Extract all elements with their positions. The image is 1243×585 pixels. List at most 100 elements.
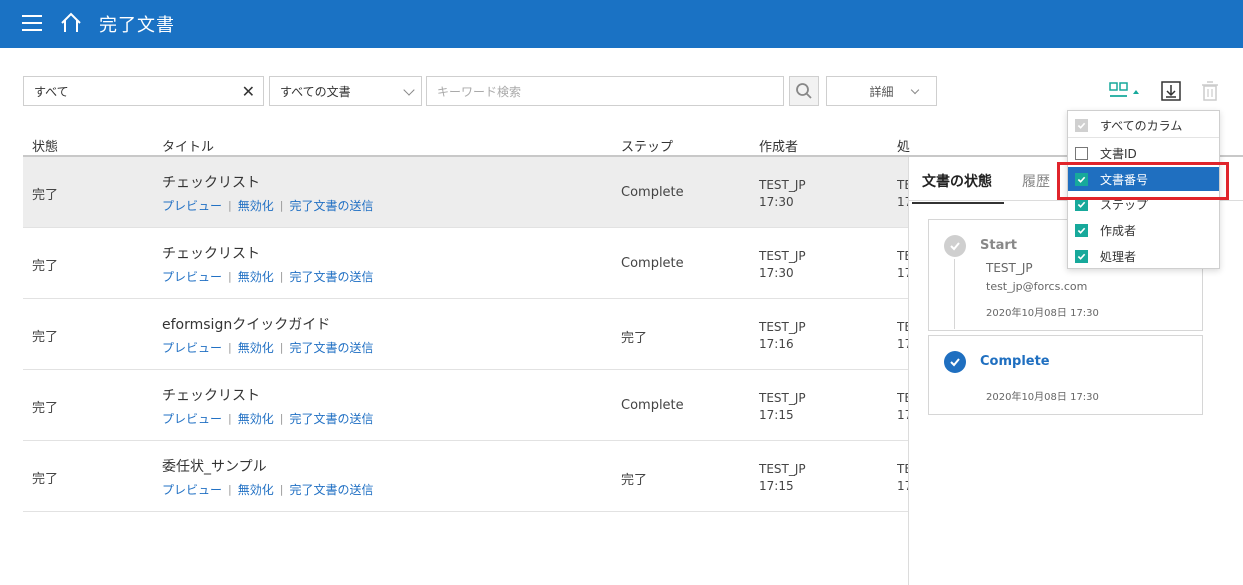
link-separator: | — [228, 412, 232, 425]
column-option[interactable]: 処理者 — [1068, 244, 1219, 268]
category-value: すべて — [34, 84, 69, 99]
search-button[interactable] — [789, 76, 819, 106]
table-header: 状態 タイトル ステップ 作成者 処 — [23, 130, 1243, 157]
row-author: TEST_JP 17:15 — [759, 390, 806, 424]
invalidate-link[interactable]: 無効化 — [238, 410, 274, 427]
chevron-down-icon — [403, 84, 415, 96]
step-card-complete: Complete 2020年10月08日 17:30 — [928, 335, 1203, 415]
table-row[interactable]: 完了 eformsignクイックガイド プレビュー | 無効化 | 完了文書の送信 完了 TES… — [23, 299, 910, 370]
send-completed-link[interactable]: 完了文書の送信 — [289, 268, 373, 285]
row-actions: プレビュー | 無効化 | 完了文書の送信 — [162, 268, 373, 285]
link-separator: | — [279, 483, 284, 496]
row-author: TEST_JP 17:15 — [759, 461, 806, 495]
check-circle-icon — [944, 351, 966, 373]
column-option[interactable]: すべてのカラム — [1068, 114, 1219, 138]
link-separator: | — [279, 412, 284, 425]
chevron-down-icon — [910, 85, 920, 95]
column-header-status[interactable]: 状態 — [32, 136, 58, 155]
column-settings-icon[interactable] — [1108, 80, 1142, 102]
column-option-label: 処理者 — [1100, 249, 1137, 264]
author-time: 17:15 — [759, 408, 794, 422]
step-date: 2020年10月08日 17:30 — [986, 308, 1099, 319]
table-row[interactable]: 完了 チェックリスト プレビュー | 無効化 | 完了文書の送信 Complete TEST_J… — [23, 370, 910, 441]
author-name: TEST_JP — [759, 178, 806, 192]
column-option-label: すべてのカラム — [1100, 119, 1183, 133]
row-title[interactable]: チェックリスト — [162, 172, 260, 192]
row-title[interactable]: チェックリスト — [162, 385, 260, 405]
step-name: Start — [980, 238, 1017, 253]
link-separator: | — [279, 199, 284, 212]
menu-icon[interactable] — [22, 15, 42, 32]
checkbox[interactable] — [1075, 146, 1088, 160]
column-option-label: 文書ID — [1100, 146, 1137, 161]
invalidate-link[interactable]: 無効化 — [238, 481, 274, 498]
invalidate-link[interactable]: 無効化 — [238, 339, 274, 356]
row-actions: プレビュー | 無効化 | 完了文書の送信 — [162, 339, 373, 356]
row-author: TEST_JP 17:30 — [759, 248, 806, 282]
row-actions: プレビュー | 無効化 | 完了文書の送信 — [162, 410, 373, 427]
send-completed-link[interactable]: 完了文書の送信 — [289, 481, 373, 498]
link-separator: | — [228, 199, 232, 212]
keyword-search-input[interactable]: キーワード検索 — [426, 76, 784, 106]
column-header-author[interactable]: 作成者 — [759, 136, 798, 155]
detail-search-button[interactable]: 詳細 — [826, 76, 937, 106]
link-separator: | — [279, 270, 284, 283]
link-separator: | — [228, 341, 232, 354]
preview-link[interactable]: プレビュー — [162, 410, 222, 427]
check-circle-icon — [944, 235, 966, 257]
trash-icon[interactable] — [1200, 80, 1220, 102]
row-step: Complete — [621, 256, 684, 271]
row-actions: プレビュー | 無効化 | 完了文書の送信 — [162, 481, 373, 498]
author-time: 17:30 — [759, 195, 794, 209]
row-step: 完了 — [621, 331, 648, 346]
row-status: 完了 — [32, 259, 59, 274]
category-select[interactable]: すべて ✕ — [23, 76, 264, 106]
document-type-value: すべての文書 — [280, 84, 351, 99]
tab-history[interactable]: 履歴 — [1022, 171, 1050, 191]
send-completed-link[interactable]: 完了文書の送信 — [289, 339, 373, 356]
preview-link[interactable]: プレビュー — [162, 268, 222, 285]
checkbox[interactable] — [1075, 249, 1088, 263]
column-option[interactable]: 作成者 — [1068, 218, 1219, 242]
row-step: Complete — [621, 398, 684, 413]
table-row[interactable]: 完了 チェックリスト プレビュー | 無効化 | 完了文書の送信 Complete TEST_J… — [23, 157, 910, 228]
step-user-email: test_jp@forcs.com — [986, 280, 1088, 293]
home-icon[interactable] — [59, 11, 83, 35]
preview-link[interactable]: プレビュー — [162, 197, 222, 214]
annotation-highlight-box — [1057, 162, 1229, 200]
download-icon[interactable] — [1160, 80, 1182, 102]
checkbox[interactable] — [1075, 223, 1088, 237]
row-title[interactable]: 委任状_サンプル — [162, 456, 267, 476]
preview-link[interactable]: プレビュー — [162, 339, 222, 356]
column-header-title[interactable]: タイトル — [162, 136, 214, 155]
author-time: 17:30 — [759, 266, 794, 280]
search-icon — [796, 83, 812, 99]
send-completed-link[interactable]: 完了文書の送信 — [289, 197, 373, 214]
row-status: 完了 — [32, 188, 59, 203]
table-row[interactable]: 完了 委任状_サンプル プレビュー | 無効化 | 完了文書の送信 完了 TEST_JP 17:1… — [23, 441, 910, 512]
document-type-select[interactable]: すべての文書 — [269, 76, 422, 106]
preview-link[interactable]: プレビュー — [162, 481, 222, 498]
table-row[interactable]: 完了 チェックリスト プレビュー | 無効化 | 完了文書の送信 Complete TEST_J… — [23, 228, 910, 299]
author-name: TEST_JP — [759, 391, 806, 405]
link-separator: | — [228, 483, 232, 496]
column-option-label: 作成者 — [1100, 223, 1137, 238]
author-time: 17:16 — [759, 337, 794, 351]
row-actions: プレビュー | 無効化 | 完了文書の送信 — [162, 197, 373, 214]
author-time: 17:15 — [759, 479, 794, 493]
row-title[interactable]: eformsignクイックガイド — [162, 314, 330, 334]
invalidate-link[interactable]: 無効化 — [238, 268, 274, 285]
send-completed-link[interactable]: 完了文書の送信 — [289, 410, 373, 427]
tab-document-status[interactable]: 文書の状態 — [912, 171, 1004, 204]
column-header-step[interactable]: ステップ — [621, 136, 673, 155]
row-title[interactable]: チェックリスト — [162, 243, 260, 263]
clear-icon[interactable]: ✕ — [242, 82, 255, 101]
link-separator: | — [279, 341, 284, 354]
row-status: 完了 — [32, 472, 59, 487]
step-date: 2020年10月08日 17:30 — [986, 392, 1099, 403]
author-name: TEST_JP — [759, 320, 806, 334]
checkbox[interactable] — [1075, 119, 1088, 132]
author-name: TEST_JP — [759, 249, 806, 263]
invalidate-link[interactable]: 無効化 — [238, 197, 274, 214]
column-header-processor[interactable]: 処 — [897, 136, 910, 155]
